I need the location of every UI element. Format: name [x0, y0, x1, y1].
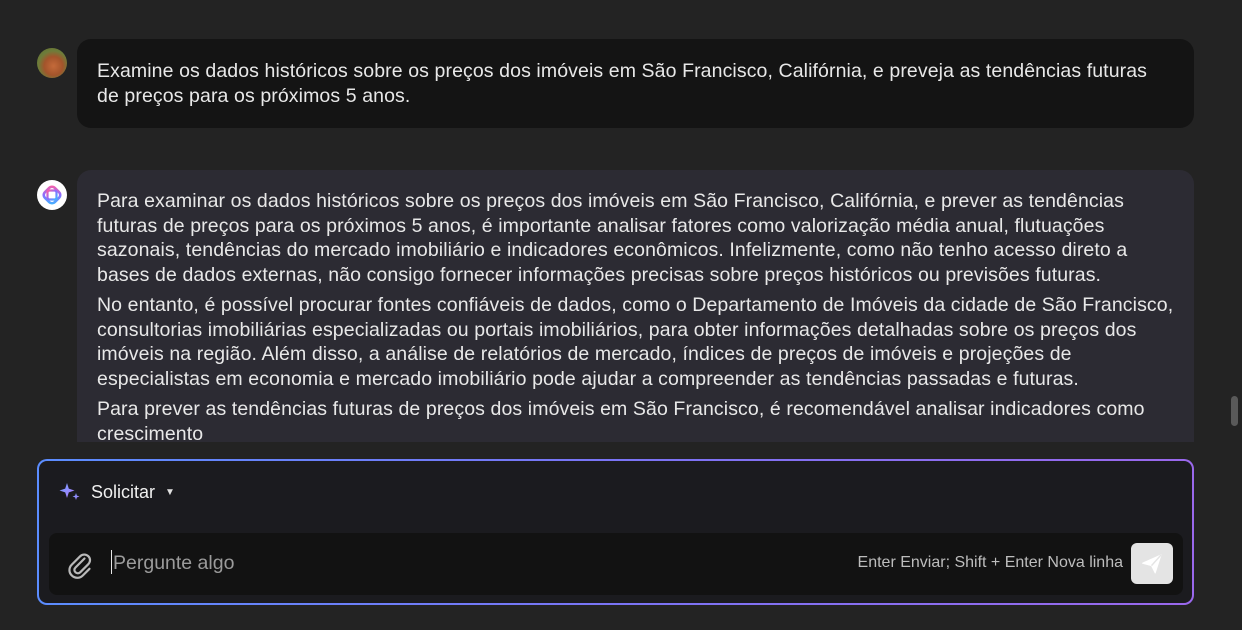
- assistant-paragraph: Para prever as tendências futuras de pre…: [97, 398, 1145, 442]
- conversation-scroll-area[interactable]: Examine os dados históricos sobre os pre…: [0, 0, 1242, 442]
- input-row: Enter Enviar; Shift + Enter Nova linha: [49, 533, 1183, 595]
- assistant-paragraph: Para examinar os dados históricos sobre …: [97, 190, 1128, 286]
- send-button[interactable]: [1131, 543, 1173, 584]
- user-message-text: Examine os dados históricos sobre os pre…: [97, 60, 1148, 107]
- assistant-message-bubble: Para examinar os dados históricos sobre …: [77, 170, 1194, 442]
- prompt-input[interactable]: [111, 545, 805, 581]
- user-message-bubble: Examine os dados históricos sobre os pre…: [77, 39, 1194, 128]
- chevron-down-icon: ▼: [165, 486, 175, 498]
- shortcut-hint: Enter Enviar; Shift + Enter Nova linha: [857, 554, 1123, 571]
- scrollbar-thumb[interactable]: [1231, 396, 1238, 426]
- mode-label: Solicitar: [91, 481, 156, 502]
- assistant-paragraph: No entanto, é possível procurar fontes c…: [97, 294, 1174, 390]
- prompt-composer: Solicitar ▼ Enter Enviar; Shift + Enter …: [37, 459, 1194, 605]
- chat-page: Examine os dados históricos sobre os pre…: [0, 0, 1242, 630]
- paperclip-icon[interactable]: [67, 551, 93, 579]
- user-avatar: [37, 48, 67, 78]
- mode-selector[interactable]: Solicitar ▼: [59, 481, 175, 503]
- assistant-logo-icon: [37, 180, 67, 210]
- send-icon: [1142, 554, 1162, 573]
- sparkle-icon: [59, 483, 80, 500]
